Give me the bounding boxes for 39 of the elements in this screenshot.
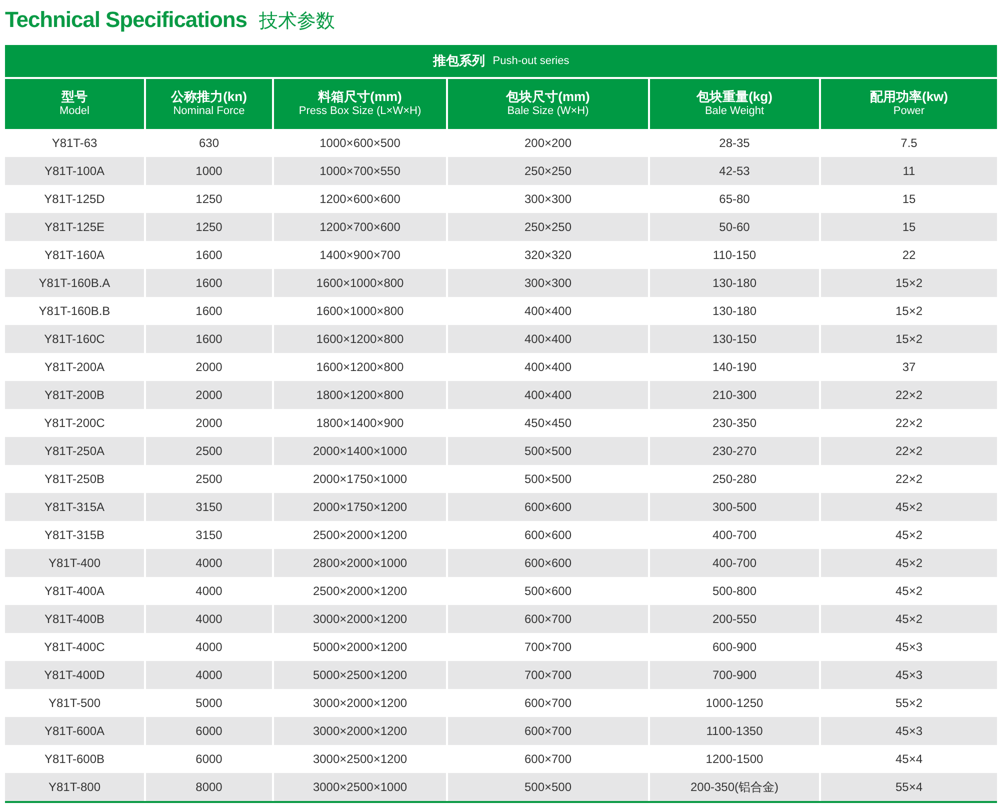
column-header: 公称推力(kn) Nominal Force bbox=[144, 79, 272, 129]
column-header: 料箱尺寸(mm) Press Box Size (L×W×H) bbox=[272, 79, 446, 129]
table-cell: 200-350(铝合金) bbox=[648, 773, 819, 801]
table-cell-text: Y81T-500 bbox=[47, 695, 102, 712]
column-header: 包块尺寸(mm) Bale Size (W×H) bbox=[446, 79, 648, 129]
series-subtitle: Push-out series bbox=[492, 54, 570, 69]
column-header: 型号 Model bbox=[5, 79, 144, 129]
column-header: 配用功率(kw) Power bbox=[819, 79, 997, 129]
table-cell-text: Y81T-160B.B bbox=[38, 303, 112, 320]
table-cell-text: Y81T-160A bbox=[43, 247, 106, 264]
page-title: Technical Specifications bbox=[5, 9, 247, 31]
table-cell: 8000 bbox=[144, 773, 272, 801]
table-cell-text: Y81T-160B.A bbox=[38, 275, 112, 292]
table-cell-text: Y81T-250A bbox=[43, 443, 106, 460]
table-cell: 55×4 bbox=[819, 773, 997, 801]
table-cell-text: Y81T-250B bbox=[43, 471, 106, 488]
table-cell-text: Y81T-400C bbox=[43, 639, 106, 656]
table-cell-text: Y81T-400A bbox=[43, 583, 106, 600]
table-cell-text: Y81T-400D bbox=[43, 667, 106, 684]
table-cell-text: Y81T-400 bbox=[47, 555, 102, 572]
table-cell-text: Y81T-400B bbox=[43, 611, 106, 628]
table-cell-text: Y81T-160C bbox=[43, 331, 106, 348]
table-cell-text: Y81T-315A bbox=[43, 499, 106, 516]
table-cell-text: Y81T-200A bbox=[43, 359, 106, 376]
table-cell-text: Y81T-100A bbox=[43, 163, 106, 180]
table-cell-text: Y81T-600B bbox=[43, 751, 106, 768]
column-header: 包块重量(kg) Bale Weight bbox=[648, 79, 819, 129]
table-cell: 3000×2500×1000 bbox=[272, 773, 446, 801]
page-subtitle: 技术参数 bbox=[258, 12, 335, 31]
table-cell-text: Y81T-200C bbox=[43, 415, 106, 432]
table-cell-text: Y81T-600A bbox=[43, 723, 106, 740]
series-title: 推包系列 bbox=[432, 52, 485, 70]
table-cell-text: Y81T-125D bbox=[43, 191, 106, 208]
table-cell-text: Y81T-200B bbox=[43, 387, 106, 404]
table-cell: 500×500 bbox=[446, 773, 648, 801]
table-cell-text: Y81T-125E bbox=[43, 219, 106, 236]
table-cell-text: Y81T-800 bbox=[47, 779, 102, 796]
table-cell-text: Y81T-63 bbox=[50, 135, 98, 152]
table-cell-text: Y81T-315B bbox=[43, 527, 106, 544]
